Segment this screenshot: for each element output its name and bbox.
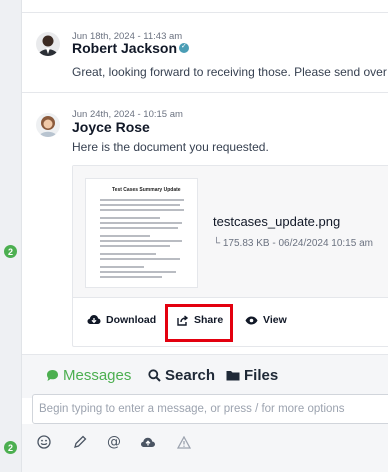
view-button[interactable]: View: [245, 314, 287, 326]
warning-icon[interactable]: [176, 434, 192, 450]
message-text: Here is the document you requested.: [72, 140, 269, 154]
pen-icon[interactable]: [72, 434, 88, 450]
share-highlight-box: [165, 304, 233, 342]
emoji-icon[interactable]: [36, 434, 52, 450]
unread-count-badge[interactable]: 2: [4, 245, 17, 258]
search-icon: [148, 369, 161, 382]
unread-count-badge[interactable]: 2: [4, 441, 17, 454]
tab-messages[interactable]: Messages: [46, 367, 131, 384]
message-author[interactable]: Robert Jackson: [72, 40, 177, 56]
divider: [22, 12, 388, 13]
attachment-file-name[interactable]: testcases_update.png: [213, 214, 340, 229]
avatar[interactable]: [36, 32, 60, 56]
cloud-upload-icon[interactable]: [140, 434, 156, 450]
tab-label: Messages: [63, 367, 132, 384]
tab-files[interactable]: Files: [226, 367, 278, 384]
attachment-file-info: └ 175.83 KB - 06/24/2024 10:15 am: [213, 238, 373, 249]
attachment-thumbnail[interactable]: Test Cases Summary Update: [85, 178, 198, 288]
attachment-preview-area: Test Cases Summary Update testcases_upda…: [73, 166, 388, 298]
chat-icon: [47, 370, 58, 381]
view-label: View: [263, 314, 287, 326]
folder-icon: [226, 371, 240, 381]
avatar[interactable]: [36, 113, 60, 137]
left-rail: 2 2: [0, 0, 22, 472]
thumbnail-title: Test Cases Summary Update: [112, 187, 181, 193]
tab-label: Search: [165, 367, 216, 384]
composer-toolbar: @: [22, 424, 388, 472]
message-text: Great, looking forward to receiving thos…: [72, 65, 387, 79]
verified-icon: [179, 42, 190, 53]
cloud-download-icon: [87, 315, 101, 324]
attachment-actions: Download Share View: [73, 298, 388, 348]
eye-icon: [245, 316, 258, 324]
tab-bar: Messages Search Files: [22, 354, 388, 398]
message-author[interactable]: Joyce Rose: [72, 119, 150, 135]
message-composer: [32, 394, 388, 424]
conversation-panel: Jun 18th, 2024 - 11:43 am Robert Jackson…: [22, 0, 388, 472]
tab-label: Files: [244, 367, 279, 384]
tab-search[interactable]: Search: [148, 367, 215, 384]
attachment-card: Test Cases Summary Update testcases_upda…: [72, 165, 388, 347]
message-input[interactable]: [33, 395, 388, 423]
mention-icon[interactable]: @: [106, 434, 122, 450]
download-button[interactable]: Download: [87, 314, 156, 326]
download-label: Download: [106, 314, 157, 326]
divider: [22, 92, 388, 93]
